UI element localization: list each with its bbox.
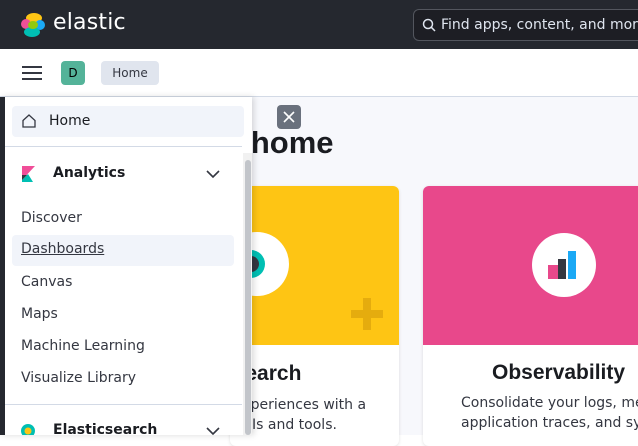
breadcrumb-bar: D Home [0,49,638,97]
menu-toggle-icon[interactable] [22,65,42,81]
nav-item-discover[interactable]: Discover [21,210,82,226]
observability-desc-line: application traces, and sys [461,415,638,431]
chevron-down-icon [206,427,220,435]
nav-item-visualize-library[interactable]: Visualize Library [21,370,136,386]
close-nav-button[interactable] [277,105,301,129]
observability-card-description: Consolidate your logs, met application t… [461,393,638,433]
observability-card-title: Observability [492,361,626,384]
space-avatar[interactable]: D [61,61,85,85]
nav-item-machine-learning[interactable]: Machine Learning [21,338,145,354]
nav-group-analytics-label: Analytics [53,165,126,181]
search-icon [422,18,436,32]
elasticsearch-card[interactable]: csearch experiences with a APIs and tool… [230,186,399,446]
nav-group-elasticsearch-label: Elasticsearch [53,422,158,435]
elasticsearch-nav-icon [21,424,35,435]
observability-desc-line: Consolidate your logs, met [461,395,638,411]
elasticsearch-desc-line: experiences with a [234,397,367,413]
nav-item-home[interactable]: Home [12,106,244,137]
search-placeholder: Find apps, content, and more. [441,17,638,33]
nav-item-dashboards[interactable]: Dashboards [12,235,234,266]
observability-card[interactable]: Observability Consolidate your logs, met… [423,186,638,446]
global-search[interactable]: Find apps, content, and more. [413,9,638,41]
nav-left-strip [0,97,5,435]
side-navigation: Home Analytics Discover Dashboards Canva… [0,97,252,435]
chevron-down-icon [206,170,220,179]
close-icon [283,111,295,123]
brand-name[interactable]: elastic [53,10,126,35]
nav-group-elasticsearch[interactable]: Elasticsearch [20,420,230,435]
breadcrumb-home[interactable]: Home [101,61,159,85]
elastic-logo-icon [21,13,45,37]
observability-logo-circle [532,233,596,297]
observability-icon [548,251,576,279]
nav-divider [5,146,242,147]
nav-home-label: Home [49,113,91,129]
elasticsearch-card-description: experiences with a APIs and tools. [234,395,366,435]
nav-divider [5,404,242,405]
nav-scrollbar-thumb[interactable] [245,160,251,435]
home-icon [22,114,36,128]
top-header: elastic Find apps, content, and more. [0,0,638,49]
kibana-icon [22,166,35,182]
elasticsearch-desc-line: APIs and tools. [234,417,337,433]
observability-banner [423,186,638,345]
nav-item-canvas[interactable]: Canvas [21,274,72,290]
nav-item-maps[interactable]: Maps [21,306,58,322]
plus-decoration-icon [351,298,383,330]
nav-group-analytics[interactable]: Analytics [20,163,230,187]
nav-item-dashboards-label: Dashboards [21,241,105,257]
